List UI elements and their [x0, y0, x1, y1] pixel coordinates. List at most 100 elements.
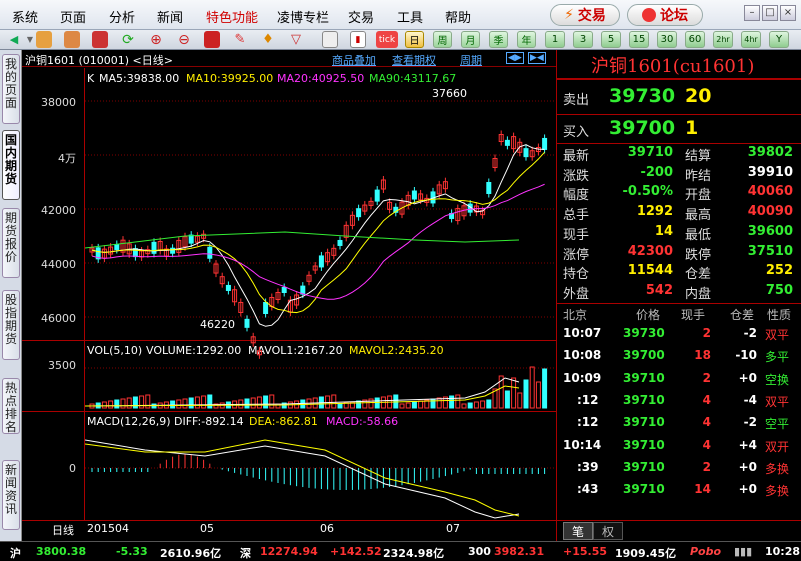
overlay-commodity-link[interactable]: 商品叠加: [332, 52, 376, 68]
volume-bar: [170, 400, 176, 409]
menu-page[interactable]: 页面: [60, 7, 86, 26]
back-arrow-icon[interactable]: ◀: [6, 31, 22, 48]
close-icon[interactable]: ×: [780, 5, 796, 21]
quote-label: 外盘: [563, 286, 590, 302]
volume-bar: [517, 392, 523, 409]
tick-chart-icon[interactable]: tick: [376, 31, 398, 48]
kline-icon[interactable]: ▮: [350, 31, 366, 48]
tick-row: :39 39710 2 +0 多换: [557, 460, 801, 481]
quote-row: 幅度 -0.50% 开盘 40060: [557, 184, 801, 205]
trade-button[interactable]: ⚡ 交易: [550, 4, 620, 26]
quote-label: 幅度: [563, 188, 590, 204]
minimize-icon[interactable]: –: [744, 5, 760, 21]
tick-time: 10:07: [563, 326, 602, 340]
zoom-out-icon[interactable]: ⊖: [176, 31, 192, 48]
volume-bar: [263, 395, 269, 409]
candle-body: [151, 241, 157, 254]
quote-label: 最高: [685, 208, 712, 224]
candle-body: [523, 148, 529, 158]
menu-tools[interactable]: 工具: [397, 7, 423, 26]
tick-oi-change: +0: [738, 459, 757, 474]
period-15min-button[interactable]: 15: [629, 31, 649, 48]
menu-analysis[interactable]: 分析: [109, 7, 135, 26]
price-tick: 4万: [58, 152, 76, 165]
quote-label: 跌停: [685, 247, 712, 263]
toolbar: ◀ ▼ ⟳ ⊕ ⊖ ✎ ♦ ▽ ▮ tick 日 周 月 季 年 1 3 5 1…: [0, 30, 801, 50]
quote-label: 现手: [563, 227, 590, 243]
period-1min-button[interactable]: 1: [545, 31, 565, 48]
forum-button[interactable]: 论坛: [627, 4, 703, 26]
period-week-button[interactable]: 周: [433, 31, 452, 48]
list-icon[interactable]: [322, 31, 338, 48]
menu-bar: 系统 页面 分析 新闻 特色功能 凌博专栏 交易 工具 帮助 ⚡ 交易 论坛 – …: [0, 0, 801, 30]
contract-title: 沪铜1601(cu1601): [591, 56, 755, 77]
period-day-button[interactable]: 日: [405, 31, 424, 48]
maximize-icon[interactable]: □: [762, 5, 778, 21]
period-year-button[interactable]: 年: [517, 31, 536, 48]
period-label: 日线: [52, 524, 74, 537]
period-5min-button[interactable]: 5: [601, 31, 621, 48]
filter-icon[interactable]: ▽: [288, 31, 304, 48]
quote-value: 42300: [627, 243, 673, 259]
expand-chart-icon[interactable]: ▶◀: [528, 52, 546, 64]
report-icon[interactable]: [92, 31, 108, 48]
sh-label: 沪: [10, 547, 21, 560]
sidebar-tab-hot-ranking[interactable]: 热点排名: [2, 378, 20, 434]
period-quarter-button[interactable]: 季: [489, 31, 508, 48]
period-4hr-button[interactable]: 4hr: [741, 31, 761, 48]
menu-lingbo[interactable]: 凌博专栏: [277, 7, 329, 26]
tick-oi-change: -4: [743, 392, 757, 407]
ask-row: 卖出 39730 20: [563, 85, 712, 108]
quote-label: 开盘: [685, 188, 712, 204]
left-sidebar: 我的页面 国内期货 期货报价 股指期货 热点排名 新闻资讯: [0, 50, 22, 541]
quote-row: 涨跌 -200 昨结 39910: [557, 165, 801, 186]
sidebar-tab-futures-quotes[interactable]: 期货报价: [2, 208, 20, 278]
menu-trade[interactable]: 交易: [348, 7, 374, 26]
chart-icon[interactable]: [64, 31, 80, 48]
bid-row: 买入 39700 1: [563, 117, 699, 140]
tick-oi-change: -2: [743, 326, 757, 340]
sh-index: 3800.38: [36, 545, 87, 558]
quote-value: 542: [645, 282, 673, 298]
tick-oi-change: -10: [735, 348, 757, 363]
sidebar-tab-news[interactable]: 新闻资讯: [2, 460, 20, 530]
period-30min-button[interactable]: 30: [657, 31, 677, 48]
kline-chart-area[interactable]: [85, 68, 556, 520]
period-link[interactable]: 周期: [460, 52, 482, 68]
menu-special[interactable]: 特色功能: [206, 7, 258, 26]
shrink-chart-icon[interactable]: ◀▶: [506, 52, 524, 64]
stop-icon[interactable]: [204, 31, 220, 48]
price-tick: 44000: [41, 258, 76, 271]
period-60min-button[interactable]: 60: [685, 31, 705, 48]
tick-price: 39710: [623, 392, 665, 407]
quote-value: 40090: [747, 204, 793, 220]
ma90-line: [85, 231, 520, 249]
volume-bar: [535, 381, 541, 409]
volume-bar: [337, 403, 343, 409]
home-icon[interactable]: [36, 31, 52, 48]
menu-help[interactable]: 帮助: [445, 7, 471, 26]
period-2hr-button[interactable]: 2hr: [713, 31, 733, 48]
zoom-in-icon[interactable]: ⊕: [148, 31, 164, 48]
period-custom-button[interactable]: Y: [769, 31, 789, 48]
refresh-icon[interactable]: ⟳: [120, 31, 136, 48]
sidebar-tab-my-page[interactable]: 我的页面: [2, 54, 20, 124]
view-options-link[interactable]: 查看期权: [392, 52, 436, 68]
candle-body: [356, 208, 362, 218]
tick-time: :12: [577, 392, 599, 407]
period-3min-button[interactable]: 3: [573, 31, 593, 48]
tab-rights[interactable]: 权: [593, 522, 623, 540]
tick-price: 39700: [623, 348, 665, 363]
menu-system[interactable]: 系统: [12, 7, 38, 26]
volume-bar: [436, 397, 442, 409]
quote-row: 最新 39710 结算 39802: [557, 145, 801, 166]
tab-ticks[interactable]: 笔: [563, 522, 593, 540]
bell-icon[interactable]: ♦: [260, 31, 276, 48]
menu-news[interactable]: 新闻: [157, 7, 183, 26]
sidebar-tab-index-futures[interactable]: 股指期货: [2, 290, 20, 360]
volume-bar: [511, 377, 517, 409]
sidebar-tab-domestic-futures[interactable]: 国内期货: [2, 130, 20, 200]
tick-oi-change: +0: [738, 370, 757, 385]
period-month-button[interactable]: 月: [461, 31, 480, 48]
pen-icon[interactable]: ✎: [232, 31, 248, 48]
